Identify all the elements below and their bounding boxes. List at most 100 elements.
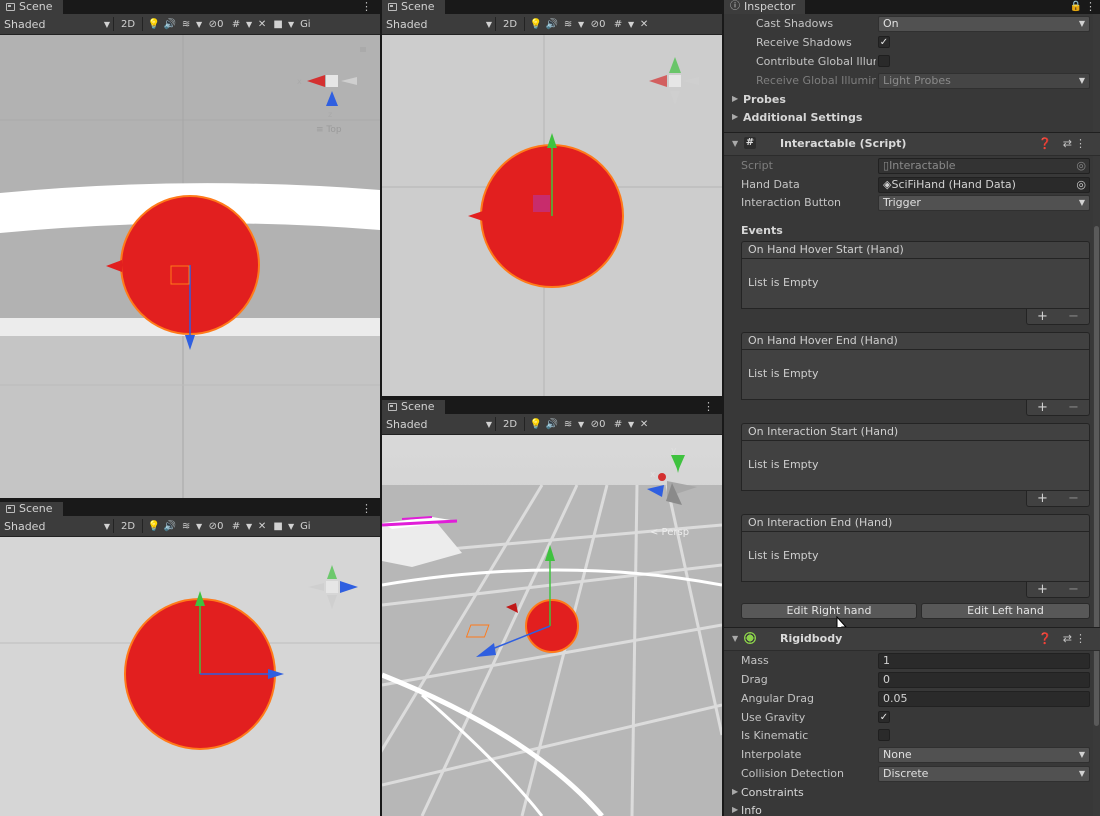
lighting-toggle-icon[interactable]: 💡 <box>146 17 162 31</box>
angular-drag-field[interactable]: 0.05 <box>878 691 1090 707</box>
audio-toggle-icon[interactable]: 🔊 <box>162 519 178 533</box>
preset-icon[interactable]: ⇄ <box>1063 137 1072 150</box>
audio-toggle-icon[interactable]: 🔊 <box>544 17 560 31</box>
shading-mode-dropdown[interactable]: Shaded ▼ <box>4 18 110 31</box>
toggle-2d-button[interactable]: 2D <box>117 17 139 31</box>
effects-dropdown-icon[interactable]: ▼ <box>194 519 204 533</box>
component-menu-icon[interactable]: ⋮ <box>1075 632 1086 645</box>
scene-view-bottom-left[interactable]: Scene ⋮ Shaded ▼ 2D 💡 🔊 ≋ ▼ ⊘ 0 # ▼ ✕ ■ ▼ … <box>0 502 380 816</box>
tab-menu-icon[interactable]: ⋮ <box>361 0 372 14</box>
tab-scene[interactable]: Scene <box>0 0 63 14</box>
tools-icon[interactable]: ✕ <box>636 417 652 431</box>
effects-dropdown-icon[interactable]: ▼ <box>194 17 204 31</box>
help-icon[interactable]: ❓ <box>1038 632 1052 645</box>
effects-toggle-icon[interactable]: ≋ <box>178 519 194 533</box>
additional-settings-foldout[interactable]: ▶ Additional Settings <box>724 109 1100 127</box>
scene-view-top-right[interactable]: Scene Shaded ▼ 2D 💡 🔊 ≋ ▼ ⊘ 0 # ▼ ✕ <box>382 0 722 396</box>
minus-icon[interactable]: − <box>1068 582 1079 597</box>
grid-dropdown-icon[interactable]: ▼ <box>626 17 636 31</box>
probes-foldout[interactable]: ▶ Probes <box>724 91 1100 109</box>
grid-toggle-icon[interactable]: # <box>610 17 626 31</box>
tab-menu-icon[interactable]: ⋮ <box>361 502 372 516</box>
scrollbar-thumb[interactable] <box>1094 226 1099 726</box>
tools-icon[interactable]: ✕ <box>254 519 270 533</box>
scene-viewport[interactable]: x y < Persp <box>382 435 722 816</box>
grid-dropdown-icon[interactable]: ▼ <box>244 519 254 533</box>
lighting-toggle-icon[interactable]: 💡 <box>528 17 544 31</box>
effects-dropdown-icon[interactable]: ▼ <box>576 417 586 431</box>
grid-toggle-icon[interactable]: # <box>228 519 244 533</box>
audio-toggle-icon[interactable]: 🔊 <box>544 417 560 431</box>
tab-scene[interactable]: Scene <box>382 0 445 14</box>
tab-inspector[interactable]: ⓘ Inspector <box>724 0 806 14</box>
rigidbody-component-header[interactable]: ▼ Rigidbody ❓ ⇄ ⋮ <box>724 627 1100 651</box>
edit-right-hand-button[interactable]: Edit Right hand <box>741 603 917 619</box>
plus-icon[interactable]: + <box>1037 400 1048 415</box>
interactable-component-header[interactable]: ▼ # Interactable (Script) ❓ ⇄ ⋮ <box>724 132 1100 156</box>
hand-data-field[interactable]: ◈SciFiHand (Hand Data) ◎ <box>878 177 1090 193</box>
camera-icon[interactable]: ■ <box>270 519 286 533</box>
hidden-objects-icon[interactable]: ⊘ 0 <box>586 17 610 31</box>
minus-icon[interactable]: − <box>1068 400 1079 415</box>
lighting-toggle-icon[interactable]: 💡 <box>528 417 544 431</box>
receive-shadows-checkbox[interactable]: ✓ <box>878 36 890 48</box>
cast-shadows-dropdown[interactable]: On ▼ <box>878 16 1090 32</box>
camera-dropdown-icon[interactable]: ▼ <box>286 519 296 533</box>
gizmos-button[interactable]: Gi <box>296 519 315 533</box>
gizmos-button[interactable]: Gi <box>296 17 315 31</box>
info-foldout[interactable]: ▶ Info <box>724 802 1100 816</box>
shading-mode-dropdown[interactable]: Shaded ▼ <box>386 18 492 31</box>
toggle-2d-button[interactable]: 2D <box>499 17 521 31</box>
toggle-2d-button[interactable]: 2D <box>117 519 139 533</box>
shading-mode-dropdown[interactable]: Shaded ▼ <box>4 520 110 533</box>
is-kinematic-checkbox[interactable] <box>878 729 890 741</box>
component-menu-icon[interactable]: ⋮ <box>1075 137 1086 150</box>
use-gravity-checkbox[interactable]: ✓ <box>878 711 890 723</box>
camera-icon[interactable]: ■ <box>270 17 286 31</box>
mass-field[interactable]: 1 <box>878 653 1090 669</box>
tools-icon[interactable]: ✕ <box>636 17 652 31</box>
constraints-foldout[interactable]: ▶ Constraints <box>724 784 1100 802</box>
toggle-2d-button[interactable]: 2D <box>499 417 521 431</box>
scene-view-perspective[interactable]: Scene ⋮ Shaded ▼ 2D 💡 🔊 ≋ ▼ ⊘ 0 # ▼ ✕ x … <box>382 400 722 816</box>
shading-mode-dropdown[interactable]: Shaded ▼ <box>386 418 492 431</box>
drag-field[interactable]: 0 <box>878 672 1090 688</box>
grid-toggle-icon[interactable]: # <box>228 17 244 31</box>
effects-toggle-icon[interactable]: ≋ <box>560 417 576 431</box>
lock-icon[interactable]: 🔒 <box>1070 0 1082 14</box>
lighting-toggle-icon[interactable]: 💡 <box>146 519 162 533</box>
tab-scene[interactable]: Scene <box>0 502 63 516</box>
object-picker-icon[interactable]: ◎ <box>1076 178 1086 192</box>
grid-dropdown-icon[interactable]: ▼ <box>244 17 254 31</box>
minus-icon[interactable]: − <box>1068 491 1079 506</box>
edit-left-hand-button[interactable]: Edit Left hand <box>921 603 1090 619</box>
collision-detection-dropdown[interactable]: Discrete ▼ <box>878 766 1090 782</box>
sphere[interactable] <box>525 599 579 653</box>
hidden-objects-icon[interactable]: ⊘ 0 <box>586 417 610 431</box>
plus-icon[interactable]: + <box>1037 491 1048 506</box>
scene-viewport[interactable]: x z ≡ Top <box>0 35 380 498</box>
camera-dropdown-icon[interactable]: ▼ <box>286 17 296 31</box>
interpolate-dropdown[interactable]: None ▼ <box>878 747 1090 763</box>
tab-menu-icon[interactable]: ⋮ <box>1085 0 1096 14</box>
minus-icon[interactable]: − <box>1068 309 1079 324</box>
plus-icon[interactable]: + <box>1037 582 1048 597</box>
grid-toggle-icon[interactable]: # <box>610 417 626 431</box>
hidden-objects-icon[interactable]: ⊘ 0 <box>204 17 228 31</box>
tools-icon[interactable]: ✕ <box>254 17 270 31</box>
plus-icon[interactable]: + <box>1037 309 1048 324</box>
effects-toggle-icon[interactable]: ≋ <box>560 17 576 31</box>
scene-view-top-left[interactable]: Scene ⋮ Shaded ▼ 2D 💡 🔊 ≋ ▼ ⊘ 0 # ▼ ✕ ■ ▼ … <box>0 0 380 498</box>
hidden-objects-icon[interactable]: ⊘ 0 <box>204 519 228 533</box>
scene-viewport[interactable] <box>382 35 722 396</box>
scene-viewport[interactable] <box>0 537 380 816</box>
preset-icon[interactable]: ⇄ <box>1063 632 1072 645</box>
effects-dropdown-icon[interactable]: ▼ <box>576 17 586 31</box>
audio-toggle-icon[interactable]: 🔊 <box>162 17 178 31</box>
interaction-button-dropdown[interactable]: Trigger ▼ <box>878 195 1090 211</box>
tab-scene[interactable]: Scene <box>382 400 445 414</box>
effects-toggle-icon[interactable]: ≋ <box>178 17 194 31</box>
grid-dropdown-icon[interactable]: ▼ <box>626 417 636 431</box>
tab-menu-icon[interactable]: ⋮ <box>703 400 714 414</box>
help-icon[interactable]: ❓ <box>1038 137 1052 150</box>
